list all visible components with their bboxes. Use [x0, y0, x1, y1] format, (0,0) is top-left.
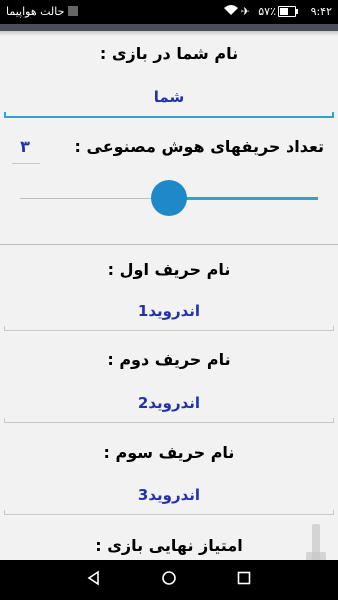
ai-slider-track[interactable]	[20, 198, 170, 199]
ai-count-label: تعداد حریفهای هوش مصنوعی :	[74, 137, 324, 156]
app-title-bar	[0, 24, 338, 31]
battery-percent: ۵۷٪	[258, 5, 276, 18]
player-name-field[interactable]: شما	[0, 88, 338, 106]
ai-count-value: ۳	[20, 137, 30, 156]
player-name-label: نام شما در بازی :	[99, 44, 239, 63]
wifi-icon	[224, 5, 238, 19]
navigation-bar	[0, 560, 338, 600]
no-sim-icon: ✈	[240, 5, 250, 18]
recent-square-icon[interactable]	[232, 570, 256, 590]
opponent1-name-field[interactable]: اندروید1	[0, 302, 338, 320]
status-bar: حالت هواپیما ✈ ۵۷٪ ۹:۴۲	[0, 0, 338, 24]
title-bar-shadow	[0, 31, 338, 36]
back-triangle-icon[interactable]	[82, 570, 106, 590]
battery-icon	[278, 6, 298, 17]
opponent2-name-field[interactable]: اندروید2	[0, 394, 338, 412]
opponent1-field-underline	[4, 326, 334, 331]
section-divider	[0, 244, 338, 245]
clock: ۹:۴۲	[310, 5, 332, 18]
player-name-field-underline	[4, 112, 334, 118]
ai-slider-track-active[interactable]	[170, 197, 318, 200]
ai-slider-thumb[interactable]	[151, 180, 187, 216]
home-circle-icon[interactable]	[157, 570, 181, 590]
opponent3-field-underline	[4, 510, 334, 515]
opponent2-field-underline	[4, 418, 334, 423]
final-score-label: امتیاز نهایی بازی :	[95, 536, 243, 555]
opponent2-label: نام حریف دوم :	[107, 350, 231, 369]
opponent3-name-field[interactable]: اندروید3	[0, 486, 338, 504]
battery-level-fill	[280, 8, 288, 15]
airplane-mode-label: حالت هواپیما	[6, 5, 65, 18]
notification-square-icon	[68, 6, 78, 16]
opponent1-label: نام حریف اول :	[107, 260, 231, 279]
ai-count-underline	[12, 163, 40, 164]
opponent3-label: نام حریف سوم :	[103, 443, 235, 462]
